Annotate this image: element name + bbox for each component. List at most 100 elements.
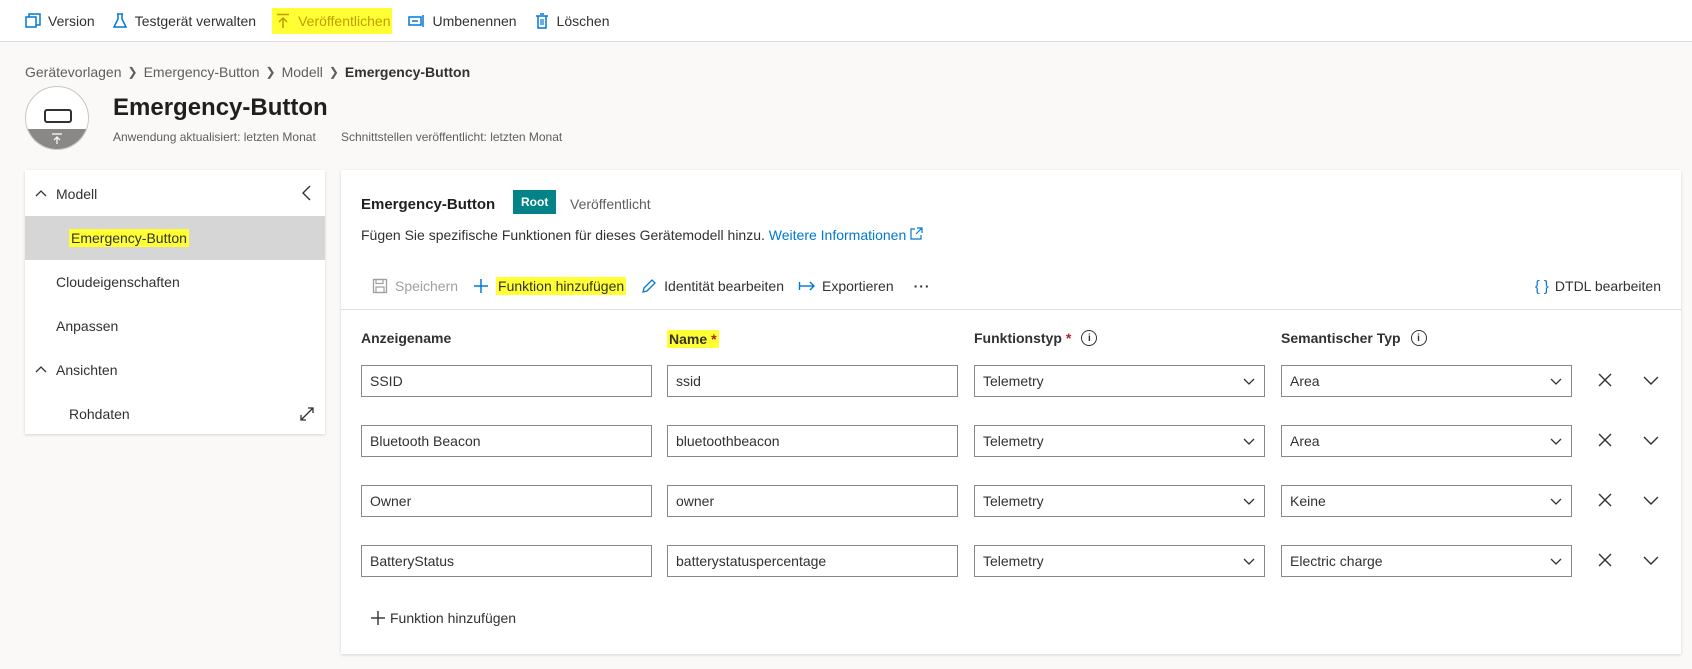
close-icon <box>1598 433 1612 450</box>
add-capability-bottom-button[interactable]: Funktion hinzufügen <box>370 610 516 626</box>
semantic-type-dropdown[interactable]: Electric charge <box>1281 545 1572 577</box>
breadcrumb-device-templates[interactable]: Gerätevorlagen <box>25 64 122 80</box>
rename-icon <box>408 12 426 30</box>
semantic-type-value: Area <box>1290 373 1320 389</box>
add-capability-label: Funktion hinzufügen <box>496 277 627 295</box>
column-capability-type-label: Funktionstyp <box>974 330 1062 346</box>
add-capability-button[interactable]: Funktion hinzufügen <box>472 273 627 299</box>
breadcrumb-model[interactable]: Modell <box>282 64 323 80</box>
display-name-input[interactable]: Owner <box>361 485 652 517</box>
nav-group-views[interactable]: Ansichten <box>25 348 325 392</box>
semantic-type-value: Electric charge <box>1290 553 1383 569</box>
display-name-input[interactable]: BatteryStatus <box>361 545 652 577</box>
nav-item-customize[interactable]: Anpassen <box>25 304 325 348</box>
semantic-type-dropdown[interactable]: Keine <box>1281 485 1572 517</box>
upload-icon <box>274 12 292 30</box>
delete-button[interactable]: Löschen <box>533 8 610 34</box>
add-capability-bottom-label: Funktion hinzufügen <box>390 610 517 626</box>
app-updated-text: Anwendung aktualisiert: letzten Monat <box>113 130 316 144</box>
interface-title: Emergency-Button <box>361 196 496 213</box>
save-label: Speichern <box>395 278 459 294</box>
info-icon[interactable]: i <box>1081 330 1098 346</box>
chevron-right-icon: ❯ <box>127 65 138 79</box>
trash-icon <box>533 12 551 30</box>
info-icon[interactable]: i <box>1410 330 1427 346</box>
edit-dtdl-label: DTDL bearbeiten <box>1554 278 1661 294</box>
device-template-icon <box>25 86 89 150</box>
chevron-down-icon <box>1642 433 1660 449</box>
chevron-down-icon <box>1642 553 1660 569</box>
nav-item-emergency-button[interactable]: Emergency-Button <box>25 216 325 260</box>
capability-row: BatteryStatus batterystatuspercentage Te… <box>341 545 1681 577</box>
column-semantic-type-label: Semantischer Typ <box>1281 330 1401 346</box>
capability-type-dropdown[interactable]: Telemetry <box>974 485 1265 517</box>
delete-label: Löschen <box>556 12 610 29</box>
breadcrumb-emergency-button[interactable]: Emergency-Button <box>144 64 260 80</box>
expand-row-button[interactable] <box>1641 371 1661 391</box>
name-input[interactable]: ssid <box>667 365 958 397</box>
semantic-type-dropdown[interactable]: Area <box>1281 365 1572 397</box>
edit-dtdl-button[interactable]: { } DTDL bearbeiten <box>1535 272 1661 300</box>
required-marker: * <box>711 331 717 347</box>
capability-type-dropdown[interactable]: Telemetry <box>974 365 1265 397</box>
nav-group-model[interactable]: Modell <box>25 172 325 216</box>
delete-row-button[interactable] <box>1595 551 1615 571</box>
name-input[interactable]: bluetoothbeacon <box>667 425 958 457</box>
chevron-down-icon <box>1242 495 1256 509</box>
learn-more-link[interactable]: Weitere Informationen <box>769 227 923 243</box>
capability-type-value: Telemetry <box>983 553 1044 569</box>
name-input[interactable]: batterystatuspercentage <box>667 545 958 577</box>
semantic-type-value: Keine <box>1290 493 1326 509</box>
rename-button[interactable]: Umbenennen <box>408 8 517 34</box>
expand-row-button[interactable] <box>1641 551 1661 571</box>
nav-item-cloud-properties[interactable]: Cloudeigenschaften <box>25 260 325 304</box>
nav-model-label: Modell <box>56 186 98 202</box>
more-icon: ··· <box>913 278 931 294</box>
name-input[interactable]: owner <box>667 485 958 517</box>
edit-identity-button[interactable]: Identität bearbeiten <box>640 273 784 299</box>
edit-identity-label: Identität bearbeiten <box>664 278 785 294</box>
close-icon <box>1598 493 1612 510</box>
capability-type-value: Telemetry <box>983 493 1044 509</box>
chevron-right-icon: ❯ <box>328 65 339 79</box>
more-options-button[interactable]: ··· <box>914 273 931 299</box>
capability-type-value: Telemetry <box>983 373 1044 389</box>
model-navigation: Modell Emergency-Button Cloudeigenschaft… <box>25 170 325 434</box>
expand-row-button[interactable] <box>1641 431 1661 451</box>
description: Fügen Sie spezifische Funktionen für die… <box>361 227 923 243</box>
plus-icon <box>472 277 490 295</box>
version-label: Version <box>48 12 95 29</box>
chevron-right-icon: ❯ <box>265 65 276 79</box>
chevron-left-icon[interactable] <box>299 184 315 202</box>
display-name-input[interactable]: SSID <box>361 365 652 397</box>
learn-more-label: Weitere Informationen <box>768 227 907 243</box>
nav-item-raw-data[interactable]: Rohdaten <box>25 392 325 436</box>
capabilities-panel: Emergency-Button Root Veröffentlicht Füg… <box>341 170 1681 654</box>
manage-test-device-button[interactable]: Testgerät verwalten <box>111 8 256 34</box>
save-icon <box>371 277 389 295</box>
version-button[interactable]: Version <box>24 8 95 34</box>
column-capability-type: Funktionstyp * i <box>974 330 1098 346</box>
export-label: Exportieren <box>822 278 894 294</box>
column-name-label: Name <box>669 331 708 347</box>
chevron-down-icon <box>1549 435 1563 449</box>
display-name-input[interactable]: Bluetooth Beacon <box>361 425 652 457</box>
capability-type-dropdown[interactable]: Telemetry <box>974 545 1265 577</box>
expand-row-button[interactable] <box>1641 491 1661 511</box>
delete-row-button[interactable] <box>1595 431 1615 451</box>
semantic-type-dropdown[interactable]: Area <box>1281 425 1572 457</box>
publish-button[interactable]: Veröffentlichen <box>272 7 393 34</box>
expand-icon[interactable] <box>299 406 315 422</box>
capability-row: SSID ssid Telemetry Area <box>341 365 1681 397</box>
plus-icon <box>370 610 386 626</box>
save-button[interactable]: Speichern <box>371 273 458 299</box>
delete-row-button[interactable] <box>1595 491 1615 511</box>
chevron-down-icon <box>1549 375 1563 389</box>
capability-row: Owner owner Telemetry Keine <box>341 485 1681 517</box>
description-text: Fügen Sie spezifische Funktionen für die… <box>361 227 765 243</box>
export-button[interactable]: Exportieren <box>798 273 894 299</box>
publish-label: Veröffentlichen <box>298 12 391 29</box>
capability-type-dropdown[interactable]: Telemetry <box>974 425 1265 457</box>
braces-icon: { } <box>1534 277 1549 295</box>
delete-row-button[interactable] <box>1595 371 1615 391</box>
